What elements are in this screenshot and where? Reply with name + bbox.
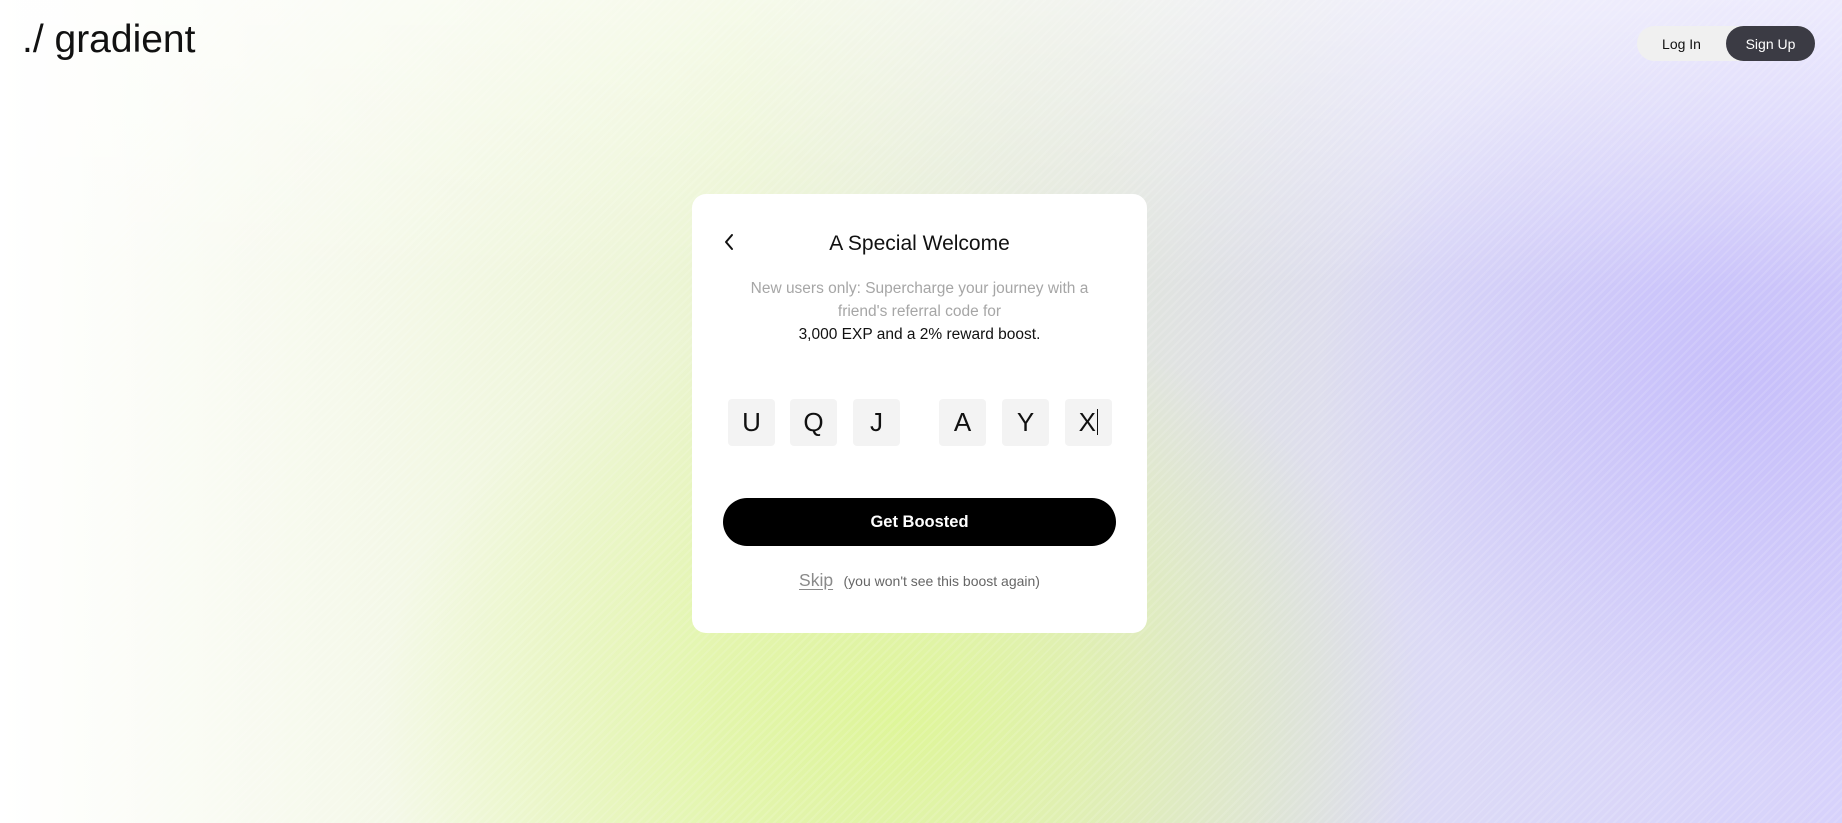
- skip-note: (you won't see this boost again): [843, 573, 1040, 589]
- code-input-6[interactable]: X: [1065, 399, 1112, 446]
- code-input-3[interactable]: J: [853, 399, 900, 446]
- code-input-4[interactable]: A: [939, 399, 986, 446]
- auth-toggle: Log In Sign Up: [1637, 26, 1815, 61]
- reward-highlight: 3,000 EXP and a 2% reward boost.: [798, 326, 1041, 343]
- code-input-6-value: X: [1078, 407, 1096, 437]
- skip-row: Skip (you won't see this boost again): [692, 570, 1147, 591]
- referral-card: A Special Welcome New users only: Superc…: [692, 194, 1147, 633]
- login-button[interactable]: Log In: [1637, 26, 1726, 61]
- card-title: A Special Welcome: [829, 232, 1010, 255]
- skip-link[interactable]: Skip: [799, 570, 833, 590]
- get-boosted-button[interactable]: Get Boosted: [723, 498, 1116, 546]
- code-input-2[interactable]: Q: [790, 399, 837, 446]
- card-description: New users only: Supercharge your journey…: [750, 280, 1089, 320]
- brand-logo[interactable]: ./ gradient: [22, 18, 195, 62]
- code-input-5[interactable]: Y: [1002, 399, 1049, 446]
- signup-button[interactable]: Sign Up: [1726, 26, 1815, 61]
- code-input-1[interactable]: U: [728, 399, 775, 446]
- text-caret: [1096, 409, 1099, 436]
